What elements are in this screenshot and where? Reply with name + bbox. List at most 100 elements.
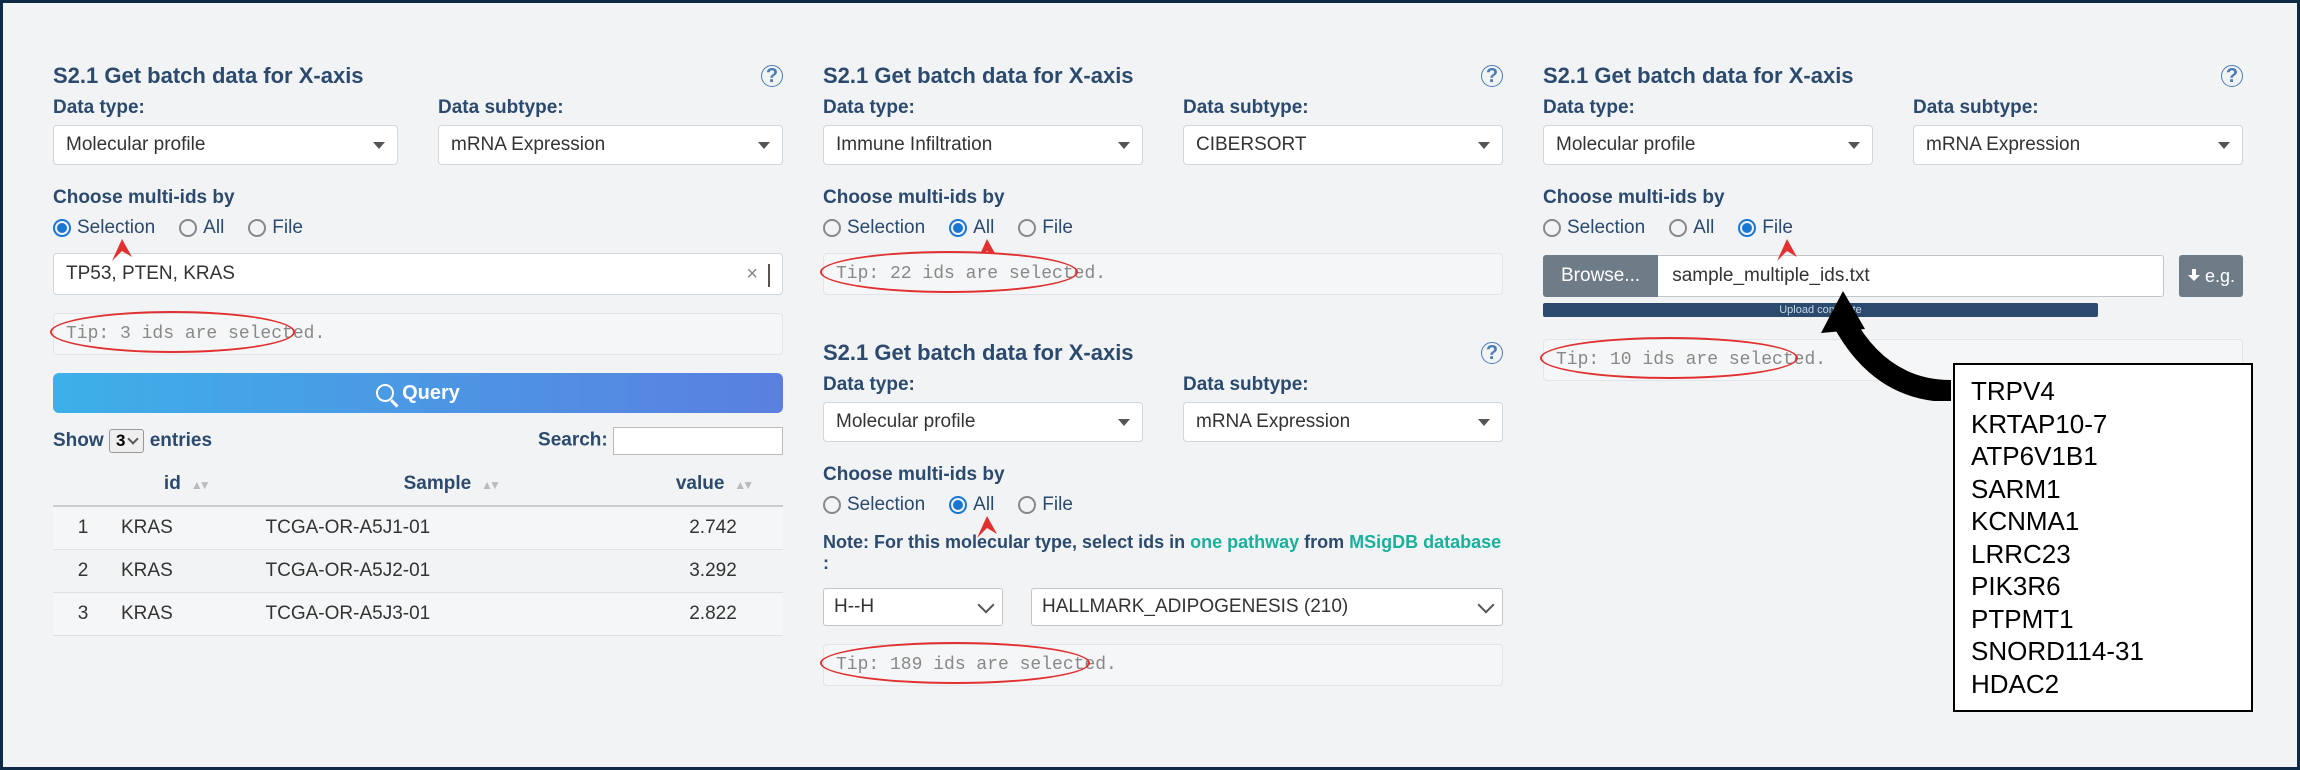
caret-down-icon	[2218, 142, 2230, 149]
file-contents-popup: TRPV4 KRTAP10-7 ATP6V1B1 SARM1 KCNMA1 LR…	[1953, 363, 2253, 712]
file-line: HDAC2	[1971, 668, 2235, 701]
data-subtype-select[interactable]: mRNA Expression	[1183, 402, 1503, 442]
col-value[interactable]: value▲▼	[643, 463, 783, 506]
col-sample[interactable]: Sample▲▼	[258, 463, 643, 506]
one-pathway-link[interactable]: one pathway	[1190, 532, 1299, 552]
search-label: Search:	[538, 430, 608, 451]
data-type-select[interactable]: Molecular profile	[53, 125, 398, 165]
section-title: S2.1 Get batch data for X-axis	[1543, 63, 1854, 89]
tip-text: Tip: 10 ids are selected.	[1556, 350, 1826, 370]
choose-ids-label: Choose multi-ids by	[53, 187, 783, 209]
radio-file[interactable]: File	[1018, 217, 1073, 239]
chevron-down-icon[interactable]	[768, 264, 770, 287]
choose-ids-label: Choose multi-ids by	[1543, 187, 2243, 209]
cell-value: 3.292	[643, 550, 783, 593]
radio-selection[interactable]: Selection	[823, 217, 925, 239]
section-title: S2.1 Get batch data for X-axis	[53, 63, 364, 89]
table-header-row: id▲▼ Sample▲▼ value▲▼	[53, 463, 783, 506]
tip-text: Tip: 22 ids are selected.	[836, 264, 1106, 284]
cell-id: KRAS	[113, 593, 258, 636]
cell-sample: TCGA-OR-A5J2-01	[258, 550, 643, 593]
caret-down-icon	[1118, 142, 1130, 149]
results-table: id▲▼ Sample▲▼ value▲▼ 1 KRAS TCGA-OR-A5J…	[53, 463, 783, 636]
cell-idx: 2	[53, 550, 113, 593]
help-icon[interactable]: ?	[1481, 342, 1503, 364]
radio-all[interactable]: All	[949, 494, 994, 516]
file-line: KCNMA1	[1971, 505, 2235, 538]
browse-button[interactable]: Browse...	[1543, 255, 1658, 297]
pathway-prefix-select[interactable]: H--H	[823, 588, 1003, 626]
help-icon[interactable]: ?	[761, 65, 783, 87]
help-icon[interactable]: ?	[2221, 65, 2243, 87]
choose-ids-label: Choose multi-ids by	[823, 187, 1503, 209]
radio-all-label: All	[203, 217, 224, 239]
search-input[interactable]	[613, 427, 783, 455]
file-line: SARM1	[1971, 473, 2235, 506]
chevron-down-icon	[1478, 597, 1495, 614]
file-name-text: sample_multiple_ids.txt	[1672, 265, 1869, 287]
example-button[interactable]: e.g.	[2179, 255, 2243, 297]
entries-label: entries	[150, 430, 212, 451]
chevron-down-icon	[978, 597, 995, 614]
pathway-row: H--H HALLMARK_ADIPOGENESIS (210)	[823, 588, 1503, 626]
query-button[interactable]: Query	[53, 373, 783, 413]
col-id[interactable]: id▲▼	[113, 463, 258, 506]
radio-all-label: All	[1693, 217, 1714, 239]
middle-column: S2.1 Get batch data for X-axis ? Data ty…	[823, 63, 1503, 686]
radio-selection-label: Selection	[847, 494, 925, 516]
radio-file[interactable]: File	[248, 217, 303, 239]
help-icon[interactable]: ?	[1481, 65, 1503, 87]
radio-group: Selection All File	[823, 217, 1503, 239]
radio-all-label: All	[973, 494, 994, 516]
pathway-note: Note: For this molecular type, select id…	[823, 532, 1503, 574]
radio-all[interactable]: All	[1669, 217, 1714, 239]
data-subtype-select[interactable]: mRNA Expression	[438, 125, 783, 165]
entries-select[interactable]: 3	[109, 429, 144, 453]
example-button-label: e.g.	[2205, 266, 2235, 287]
download-icon	[2187, 269, 2201, 283]
panel-selection: S2.1 Get batch data for X-axis ? Data ty…	[53, 63, 783, 636]
data-type-select[interactable]: Molecular profile	[1543, 125, 1873, 165]
radio-all[interactable]: All	[949, 217, 994, 239]
data-subtype-value: mRNA Expression	[1926, 134, 2080, 156]
data-subtype-select[interactable]: mRNA Expression	[1913, 125, 2243, 165]
col-idx[interactable]	[53, 463, 113, 506]
caret-down-icon	[1118, 419, 1130, 426]
file-upload-row: Browse... sample_multiple_ids.txt e.g.	[1543, 255, 2243, 297]
pathway-select[interactable]: HALLMARK_ADIPOGENESIS (210)	[1031, 588, 1503, 626]
data-type-value: Immune Infiltration	[836, 134, 992, 156]
tip-box: Tip: 3 ids are selected.	[53, 313, 783, 355]
radio-selection-label: Selection	[847, 217, 925, 239]
radio-selection[interactable]: Selection	[53, 217, 155, 239]
file-line: PTPMT1	[1971, 603, 2235, 636]
cell-value: 2.742	[643, 506, 783, 550]
msigdb-link[interactable]: MSigDB database	[1349, 532, 1501, 552]
data-type-select[interactable]: Molecular profile	[823, 402, 1143, 442]
cell-idx: 1	[53, 506, 113, 550]
file-line: KRTAP10-7	[1971, 408, 2235, 441]
radio-all-label: All	[973, 217, 994, 239]
radio-group: Selection All File	[53, 217, 783, 239]
file-line: TRPV4	[1971, 375, 2235, 408]
radio-selection[interactable]: Selection	[823, 494, 925, 516]
file-name-display: sample_multiple_ids.txt	[1658, 255, 2164, 297]
radio-file-label: File	[1762, 217, 1793, 239]
tip-text: Tip: 3 ids are selected.	[66, 324, 325, 344]
data-type-select[interactable]: Immune Infiltration	[823, 125, 1143, 165]
upload-progress-bar: Upload complete	[1543, 303, 2098, 317]
show-label: Show	[53, 430, 104, 451]
tip-text: Tip: 189 ids are selected.	[836, 655, 1117, 675]
radio-file[interactable]: File	[1018, 494, 1073, 516]
radio-file[interactable]: File	[1738, 217, 1793, 239]
clear-icon[interactable]: ×	[746, 263, 758, 285]
data-subtype-select[interactable]: CIBERSORT	[1183, 125, 1503, 165]
data-type-label: Data type:	[1543, 97, 1873, 119]
radio-group: Selection All File	[1543, 217, 2243, 239]
data-subtype-value: mRNA Expression	[451, 134, 605, 156]
ids-input[interactable]: TP53, PTEN, KRAS ×	[53, 253, 783, 295]
file-line: PIK3R6	[1971, 570, 2235, 603]
data-subtype-label: Data subtype:	[438, 97, 783, 119]
radio-selection[interactable]: Selection	[1543, 217, 1645, 239]
radio-file-label: File	[1042, 217, 1073, 239]
radio-all[interactable]: All	[179, 217, 224, 239]
